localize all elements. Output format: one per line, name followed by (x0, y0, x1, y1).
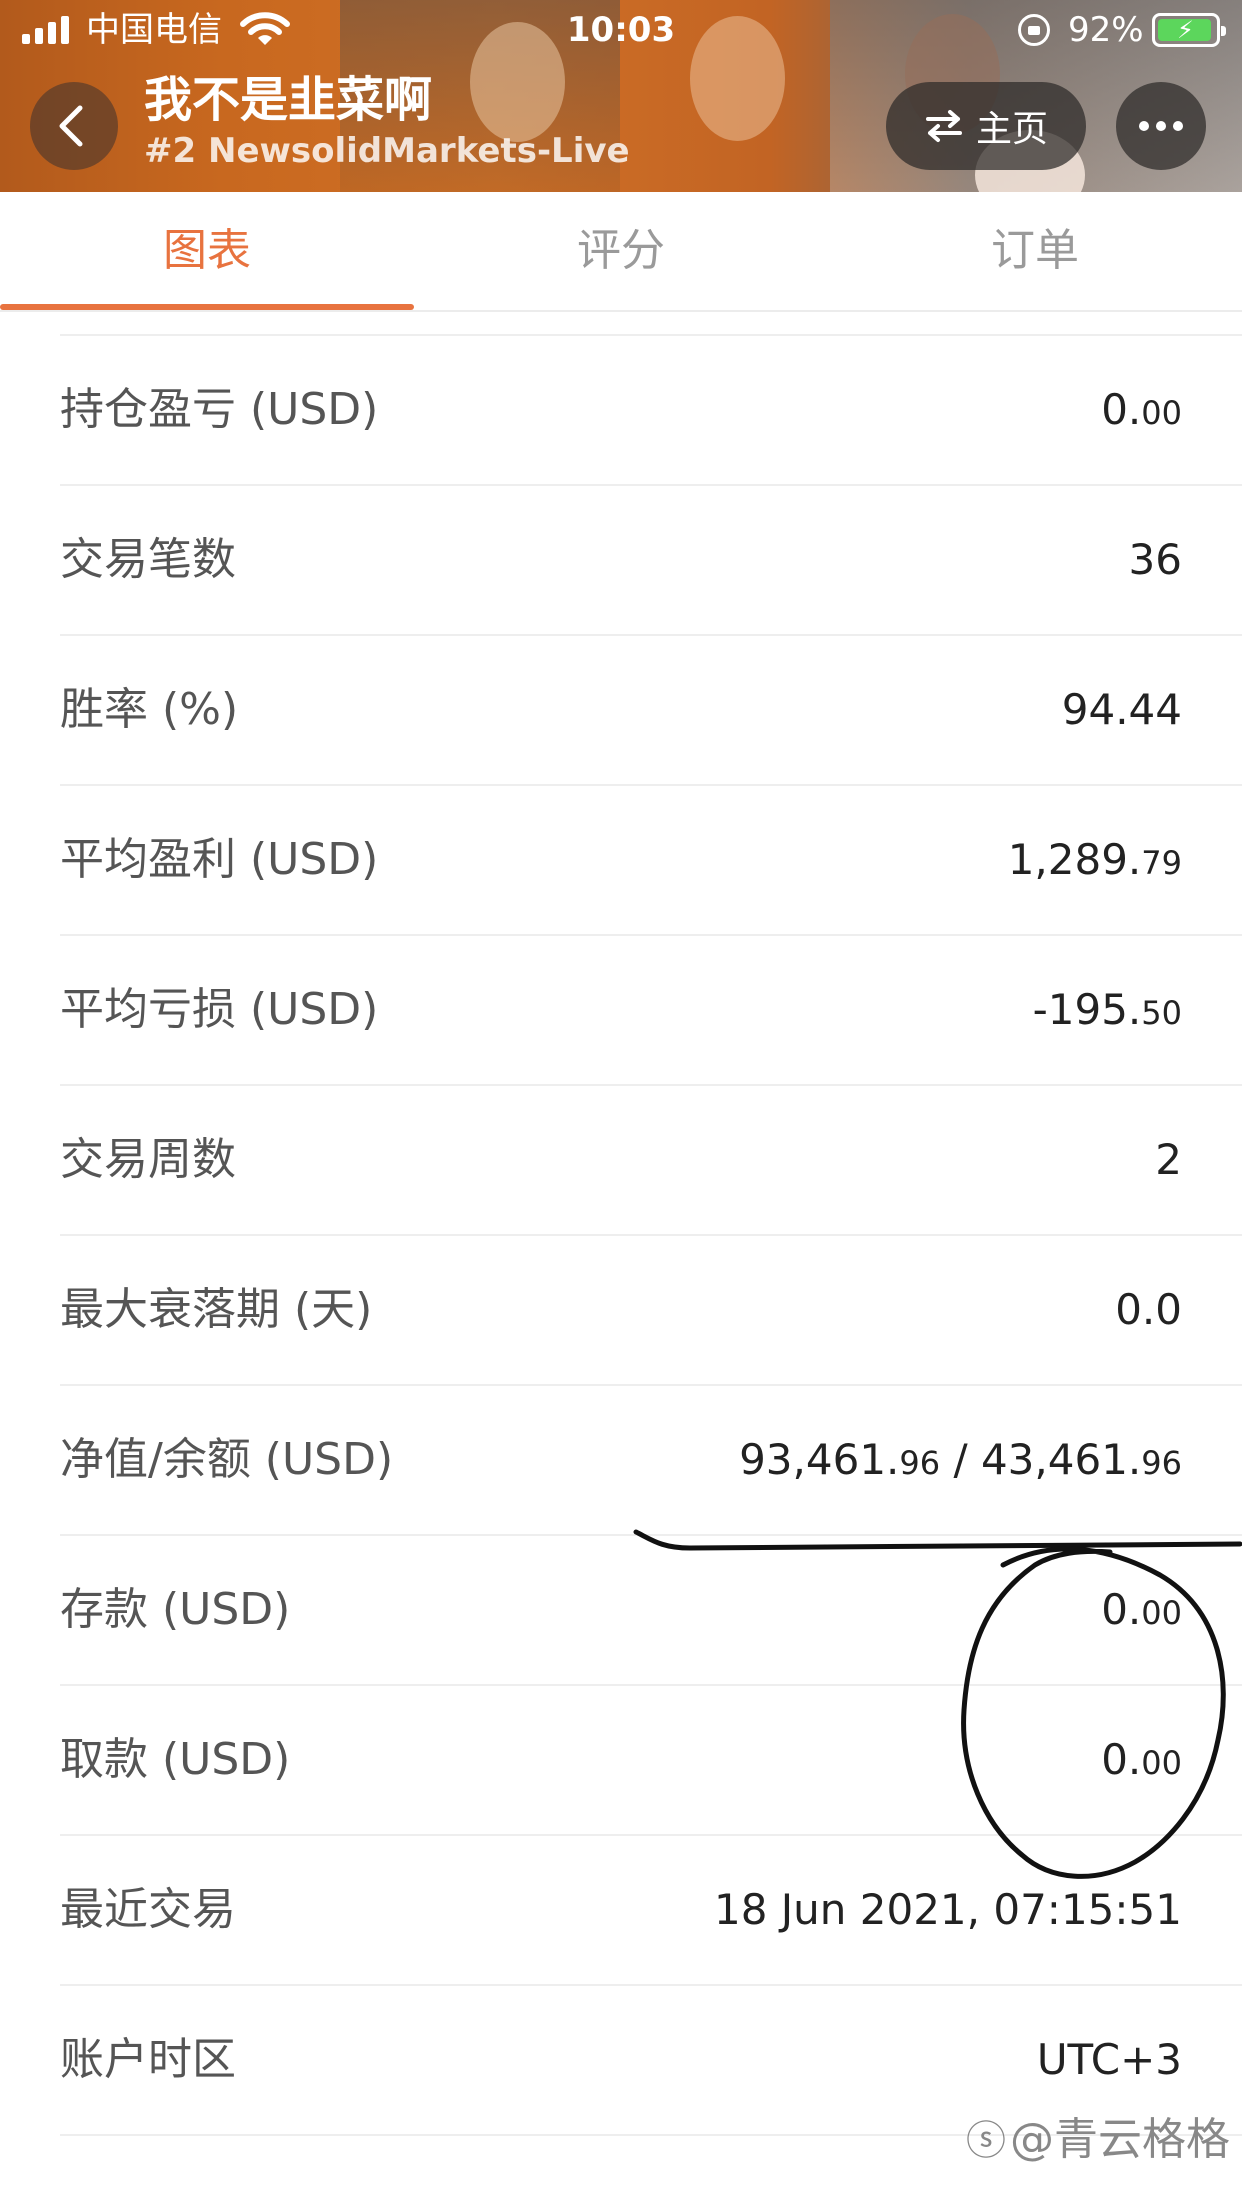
stat-row-avg-profit: 平均盈利 (USD) 1,289.79 (60, 786, 1242, 936)
rotation-lock-icon (1018, 14, 1050, 46)
home-button-label: 主页 (975, 109, 1048, 150)
battery-charging-icon: ⚡ (1152, 13, 1226, 47)
stat-row-trade-count: 交易笔数 36 (60, 486, 1242, 636)
stat-value: 93,461.96 / 43,461.96 (739, 1435, 1182, 1484)
account-title: 我不是韭菜啊 (144, 72, 433, 128)
chevron-left-icon (59, 105, 83, 147)
home-button[interactable]: 主页 (886, 82, 1086, 170)
stat-label: 存款 (USD) (60, 1584, 291, 1635)
stat-label: 最近交易 (60, 1884, 236, 1935)
stat-value: -195.50 (1032, 985, 1182, 1034)
watermark-text: @青云格格 (1010, 2114, 1230, 2165)
header-bar: 中国电信 10:03 92% ⚡ 我不是韭菜啊 #2 NewsolidMarke… (0, 0, 1242, 192)
battery-percent: 92% (1068, 10, 1144, 50)
active-tab-indicator (0, 304, 414, 310)
stat-value: 2 (1155, 1135, 1182, 1184)
stat-label: 账户时区 (60, 2034, 236, 2085)
watermark: ⓢ@青云格格 (966, 2114, 1230, 2167)
stat-value: 36 (1128, 535, 1182, 584)
stat-row-withdrawals: 取款 (USD) 0.00 (60, 1686, 1242, 1836)
stat-value: 0.00 (1101, 1585, 1182, 1634)
stat-value: 1,289.79 (1007, 835, 1182, 884)
account-subtitle: #2 NewsolidMarkets-Live (144, 131, 630, 171)
stat-row-avg-loss: 平均亏损 (USD) -195.50 (60, 936, 1242, 1086)
stat-label: 取款 (USD) (60, 1734, 291, 1785)
stat-label: 交易笔数 (60, 534, 236, 585)
more-button[interactable] (1116, 82, 1206, 170)
stat-row-floating-pnl: 持仓盈亏 (USD) 0.00 (60, 336, 1242, 486)
stat-label: 胜率 (%) (60, 684, 239, 735)
tab-bar: 图表 评分 订单 (0, 192, 1242, 312)
stat-row-equity-balance: 净值/余额 (USD) 93,461.96 / 43,461.96 (60, 1386, 1242, 1536)
stat-value: 0.00 (1101, 1735, 1182, 1784)
stat-label: 净值/余额 (USD) (60, 1434, 394, 1485)
stat-value: 94.44 (1061, 685, 1182, 734)
stat-label: 交易周数 (60, 1134, 236, 1185)
tab-chart[interactable]: 图表 (0, 192, 414, 310)
stat-row-win-rate: 胜率 (%) 94.44 (60, 636, 1242, 786)
weibo-icon: ⓢ (966, 2118, 1006, 2164)
back-button[interactable] (30, 82, 118, 170)
stat-value: 18 Jun 2021, 07:15:51 (714, 1885, 1182, 1934)
stat-label: 最大衰落期 (天) (60, 1284, 373, 1335)
stat-row-deposits: 存款 (USD) 0.00 (60, 1536, 1242, 1686)
more-dots-icon (1139, 121, 1149, 131)
tab-rating[interactable]: 评分 (414, 192, 828, 310)
stat-label: 平均亏损 (USD) (60, 984, 379, 1035)
stat-row-max-drawdown-days: 最大衰落期 (天) 0.0 (60, 1236, 1242, 1386)
stat-label: 持仓盈亏 (USD) (60, 384, 379, 435)
stat-label: 平均盈利 (USD) (60, 834, 379, 885)
stat-value: 0.00 (1101, 385, 1182, 434)
status-bar: 中国电信 10:03 92% ⚡ (0, 0, 1242, 60)
stat-row-trading-weeks: 交易周数 2 (60, 1086, 1242, 1236)
stats-list: 持仓盈亏 (USD) 0.00 交易笔数 36 胜率 (%) 94.44 平均盈… (60, 334, 1242, 2136)
stat-value: 0.0 (1115, 1285, 1182, 1334)
stat-row-last-trade: 最近交易 18 Jun 2021, 07:15:51 (60, 1836, 1242, 1986)
status-time: 10:03 (566, 10, 676, 50)
tab-orders[interactable]: 订单 (828, 192, 1242, 310)
swap-arrows-icon (925, 110, 962, 142)
